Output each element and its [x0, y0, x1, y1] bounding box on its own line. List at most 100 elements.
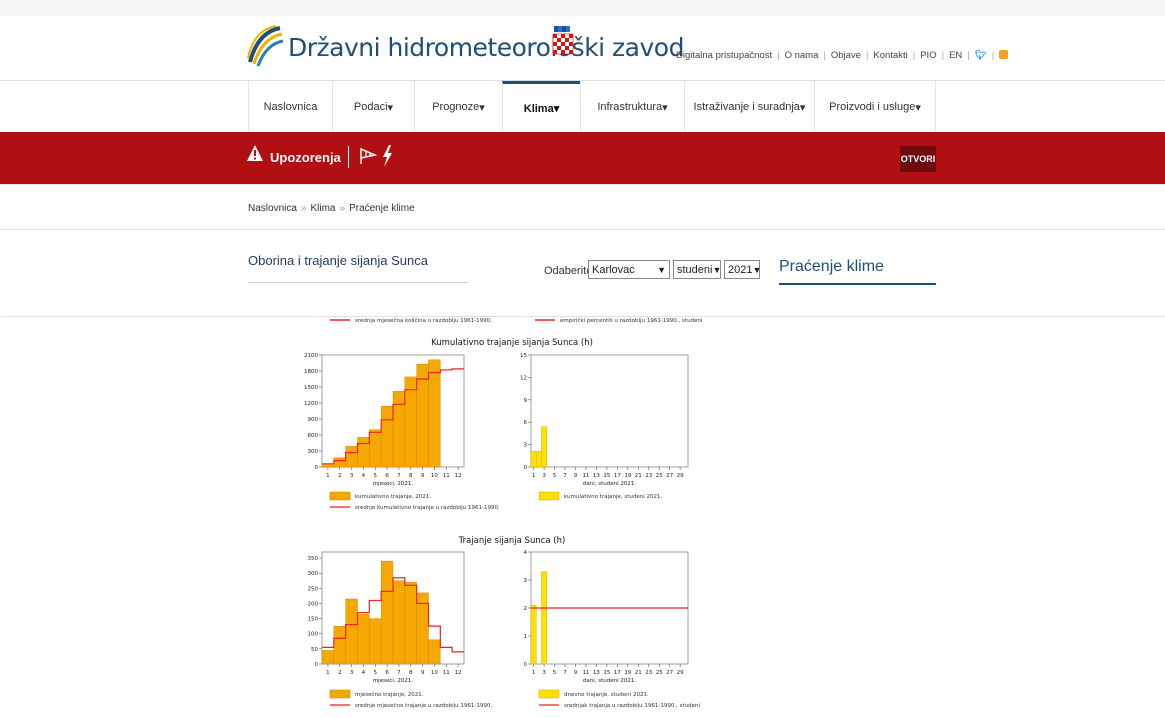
- x-tick-label: 2: [338, 670, 342, 676]
- top-link-contacts[interactable]: Kontakti: [873, 50, 907, 61]
- legend-label: srednje mjesečno trajanje u razdoblju 19…: [355, 702, 492, 709]
- nav-istrazivanje[interactable]: Istraživanje i suradnja ▾: [684, 81, 814, 133]
- x-tick-label: 1: [532, 473, 536, 479]
- rss-icon[interactable]: [999, 50, 1009, 59]
- y-tick-label: 2100: [304, 353, 318, 359]
- open-warnings-button[interactable]: OTVORI: [900, 146, 936, 172]
- y-tick-label: 50: [311, 647, 318, 653]
- x-tick-label: 1: [532, 670, 536, 676]
- sidebar-underline: [779, 283, 936, 285]
- chart-cumulative-days: 036912151 3 5 7 9 11 13 15 17 19 21 23 25 27 29dani, s…: [520, 353, 689, 501]
- x-tick-label: 17: [614, 670, 621, 676]
- legend-text: empirički percentili u razdoblju 1961-19…: [560, 317, 703, 324]
- y-tick-label: 0: [315, 662, 319, 668]
- legend-label: dnevno trajanje, studeni 2021.: [564, 692, 649, 698]
- y-tick-label: 1800: [304, 369, 318, 375]
- bar: [345, 598, 358, 665]
- nav-label: Istraživanje i suradnja: [693, 101, 800, 113]
- station-select[interactable]: Karlovac ▼: [588, 260, 670, 279]
- nav-label: Podaci: [353, 101, 388, 113]
- bar: [333, 457, 346, 468]
- dhmz-logo[interactable]: [246, 24, 284, 68]
- bar: [380, 560, 394, 665]
- y-tick-label: 6: [524, 420, 528, 426]
- chart-daily-duration: 012341 3 5 7 9 11 13 15 17 19 21 23 25 27 29dani, stud…: [524, 550, 701, 709]
- divider: [0, 229, 1165, 230]
- y-tick-label: 15: [520, 353, 527, 359]
- site-title[interactable]: Državni hidrometeorološki zavod: [288, 33, 684, 62]
- bar: [369, 429, 382, 468]
- top-link-pio[interactable]: PIO: [920, 50, 936, 61]
- nav-label: Prognoze: [432, 101, 480, 113]
- section-title: Oborina i trajanje sijanja Sunca: [248, 253, 428, 268]
- x-tick-label: 29: [677, 670, 684, 676]
- bar: [321, 650, 335, 665]
- bar: [541, 426, 547, 468]
- y-tick-label: 200: [308, 601, 319, 607]
- x-tick-label: 3: [542, 473, 546, 479]
- year-select[interactable]: 2021 ▼: [724, 260, 761, 279]
- twitter-icon[interactable]: 🐦︎: [975, 50, 987, 61]
- y-tick-label: 350: [308, 556, 319, 562]
- x-tick-label: 6: [385, 670, 389, 676]
- sidebar-title: Praćenje klime: [779, 258, 884, 275]
- bar: [321, 464, 335, 468]
- y-tick-label: 1500: [304, 385, 318, 391]
- warning-triangle-icon: [246, 144, 264, 167]
- y-tick-label: 0: [524, 662, 528, 668]
- bar: [369, 618, 382, 665]
- x-tick-label: 5: [553, 670, 557, 676]
- breadcrumb-home[interactable]: Naslovnica: [248, 203, 297, 214]
- x-tick-label: 25: [656, 670, 663, 676]
- nav-prognoze[interactable]: Prognoze ▾: [414, 81, 502, 133]
- bar: [392, 580, 406, 665]
- legend-label: kumulativno trajanje, 2021.: [355, 494, 431, 500]
- x-tick-label: 11: [582, 473, 589, 479]
- top-link-about[interactable]: O nama: [785, 50, 819, 61]
- legend-swatch: [538, 689, 560, 699]
- month-select[interactable]: studeni ▼: [673, 260, 721, 279]
- x-tick-label: 7: [563, 670, 567, 676]
- nav-infrastruktura[interactable]: Infrastruktura ▾: [580, 81, 684, 133]
- x-tick-label: 9: [574, 670, 578, 676]
- x-tick-label: 11: [443, 473, 450, 479]
- caret-down-icon: ▾: [662, 101, 668, 114]
- x-tick-label: 12: [455, 670, 462, 676]
- nav-klima[interactable]: Klima ▾: [502, 81, 580, 133]
- x-tick-label: 5: [553, 473, 557, 479]
- breadcrumb-klima[interactable]: Klima: [310, 203, 335, 214]
- nav-podaci[interactable]: Podaci ▾: [332, 81, 414, 133]
- chevron-down-icon: ▼: [712, 264, 722, 275]
- x-tick-label: 17: [614, 473, 621, 479]
- legend-swatch: [329, 491, 351, 501]
- x-tick-label: 21: [635, 670, 642, 676]
- x-tick-label: 7: [397, 473, 401, 479]
- bar: [345, 446, 358, 468]
- warnings-title[interactable]: Upozorenja: [270, 150, 341, 165]
- nav-naslovnica[interactable]: Naslovnica: [248, 81, 332, 133]
- wind-flag-icon: [358, 146, 378, 171]
- top-link-en[interactable]: EN: [949, 50, 962, 61]
- top-link-accessibility[interactable]: Digitalna pristupačnost: [676, 50, 772, 61]
- x-tick-label: 23: [645, 670, 652, 676]
- x-tick-label: 25: [656, 473, 663, 479]
- x-tick-label: 13: [593, 473, 600, 479]
- bar: [380, 406, 394, 468]
- bar: [404, 376, 417, 468]
- x-tick-label: 11: [582, 670, 589, 676]
- y-tick-label: 900: [308, 417, 319, 423]
- nav-proizvodi[interactable]: Proizvodi i usluge ▾: [814, 81, 936, 133]
- x-tick-label: 23: [645, 473, 652, 479]
- nav-label: Proizvodi i usluge: [829, 101, 916, 113]
- y-tick-label: 300: [308, 449, 319, 455]
- x-axis-label: dani, studeni 2021.: [583, 481, 637, 487]
- x-tick-label: 7: [397, 670, 401, 676]
- y-tick-label: 9: [524, 398, 528, 404]
- station-value: Karlovac: [592, 263, 635, 276]
- top-link-news[interactable]: Objave: [831, 50, 861, 61]
- x-tick-label: 10: [431, 670, 438, 676]
- x-tick-label: 5: [374, 670, 378, 676]
- warnings-bar: [0, 132, 1165, 184]
- legend-label: kumulativno trajanje, studeni 2021.: [564, 494, 663, 500]
- section-underline: [248, 282, 468, 283]
